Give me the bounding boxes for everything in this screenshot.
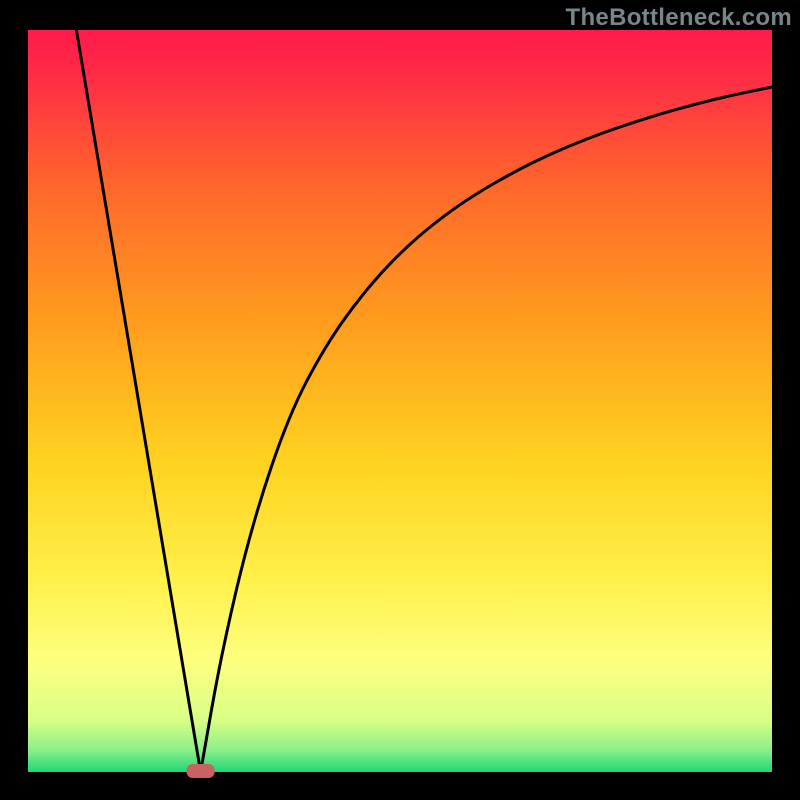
chart-frame: TheBottleneck.com (0, 0, 800, 800)
watermark-text: TheBottleneck.com (566, 4, 792, 32)
vertex-marker (187, 764, 215, 778)
chart-svg (0, 0, 800, 800)
